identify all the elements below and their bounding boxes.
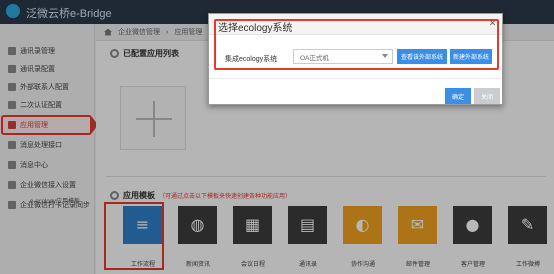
select-value: OA正式机 (300, 54, 329, 62)
ecology-select-dialog: 选择ecology系统 ✕ 集成ecology系统 OA正式机 查看该外部系统 … (208, 13, 503, 105)
close-button[interactable]: 关闭 (474, 88, 500, 104)
dialog-divider (209, 78, 502, 79)
confirm-button[interactable]: 确定 (445, 88, 471, 104)
chevron-down-icon (382, 54, 388, 58)
new-external-system-button[interactable]: 新建外部系统 (450, 49, 492, 64)
ecology-system-label: 集成ecology系统 (225, 56, 278, 63)
view-external-system-button[interactable]: 查看该外部系统 (397, 49, 447, 64)
ecology-system-select[interactable]: OA正式机 (293, 49, 393, 64)
